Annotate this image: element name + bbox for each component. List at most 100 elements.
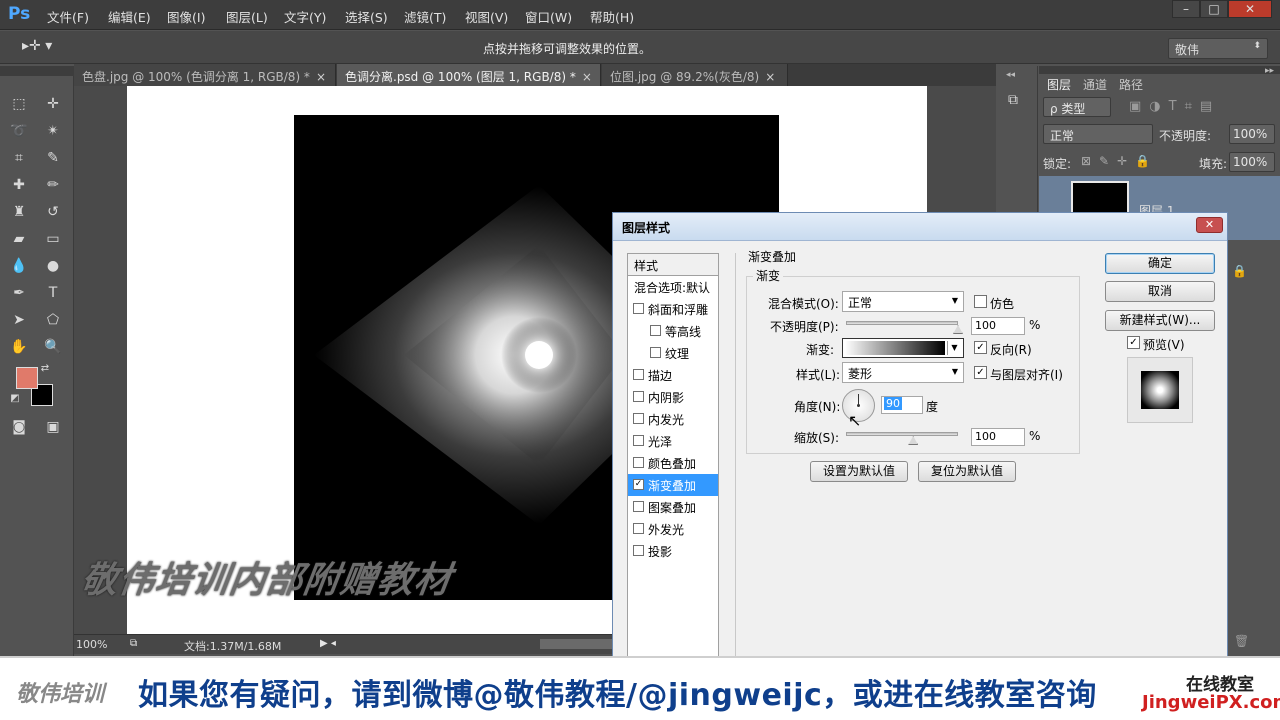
new-style-button[interactable]: 新建样式(W)... <box>1105 310 1215 331</box>
close-tab-icon[interactable]: × <box>765 70 775 84</box>
path-selection-tool-icon[interactable]: ➤ <box>8 309 30 331</box>
style-checkbox[interactable] <box>633 413 644 424</box>
opacity-slider[interactable] <box>846 321 958 325</box>
style-checkbox[interactable] <box>633 523 644 534</box>
dialog-close-button[interactable]: ✕ <box>1196 217 1223 233</box>
screen-mode-icon[interactable]: ▣ <box>42 416 64 438</box>
expand-arrow-icon[interactable]: ▸▸ <box>1265 66 1274 76</box>
style-item[interactable]: ✓ 渐变叠加 <box>628 474 718 496</box>
tab-weitu[interactable]: 位图.jpg @ 89.2%(灰色/8) × <box>602 64 788 86</box>
style-checkbox[interactable] <box>650 347 661 358</box>
move-tool-icon[interactable]: ✛ <box>42 93 64 115</box>
filter-icons[interactable]: ▣◑T⌗▤ <box>1129 99 1220 114</box>
crop-tool-icon[interactable]: ⌗ <box>8 147 30 169</box>
layer-filter-select[interactable]: ρ 类型 <box>1043 97 1111 117</box>
style-checkbox[interactable]: ✓ <box>633 479 644 490</box>
style-item[interactable]: 图案叠加 <box>628 496 718 518</box>
lasso-tool-icon[interactable]: ➰ <box>8 120 30 142</box>
gradient-tool-icon[interactable]: ▭ <box>42 228 64 250</box>
dodge-tool-icon[interactable]: ● <box>42 255 64 277</box>
export-icon[interactable]: ⧉ <box>130 638 137 649</box>
style-item[interactable]: 内发光 <box>628 408 718 430</box>
menu-view[interactable]: 视图(V) <box>465 7 508 26</box>
blend-mode-select[interactable]: 正常 <box>1043 124 1153 144</box>
style-checkbox[interactable] <box>633 369 644 380</box>
zoom-readout[interactable]: 100% <box>76 638 107 651</box>
close-window-button[interactable]: ✕ <box>1228 0 1272 18</box>
status-menu-arrow-icon[interactable]: ▶ ◂ <box>320 638 336 649</box>
style-item[interactable]: 投影 <box>628 540 718 562</box>
reset-default-button[interactable]: 复位为默认值 <box>918 461 1016 482</box>
style-item[interactable]: 纹理 <box>628 342 718 364</box>
style-checkbox[interactable] <box>650 325 661 336</box>
tab-sediaofenli[interactable]: 色调分离.psd @ 100% (图层 1, RGB/8) * × <box>337 64 601 86</box>
delete-layer-icon[interactable]: 🗑 <box>1234 634 1249 648</box>
type-tool-icon[interactable]: T <box>42 282 64 304</box>
default-colors-icon[interactable]: ◩ <box>8 392 22 406</box>
eyedropper-tool-icon[interactable]: ✎ <box>42 147 64 169</box>
minimize-button[interactable]: – <box>1172 0 1200 18</box>
menu-file[interactable]: 文件(F) <box>47 7 89 26</box>
style-item[interactable]: 混合选项:默认 <box>628 276 718 298</box>
scale-slider[interactable] <box>846 432 958 436</box>
maximize-button[interactable]: □ <box>1200 0 1228 18</box>
tab-paths[interactable]: 路径 <box>1119 76 1143 93</box>
fill-input[interactable]: 100% <box>1229 152 1275 172</box>
reverse-checkbox[interactable]: ✓ <box>974 341 987 354</box>
tab-layers[interactable]: 图层 <box>1047 76 1071 93</box>
style-checkbox[interactable] <box>633 457 644 468</box>
collapse-arrow-icon[interactable]: ◂◂ <box>1006 70 1015 80</box>
tab-secai[interactable]: 色盘.jpg @ 100% (色调分离 1, RGB/8) * × <box>74 64 336 86</box>
menu-window[interactable]: 窗口(W) <box>525 7 572 26</box>
menu-filter[interactable]: 滤镜(T) <box>404 7 446 26</box>
hand-tool-icon[interactable]: ✋ <box>8 336 30 358</box>
pen-tool-icon[interactable]: ✒ <box>8 282 30 304</box>
style-item[interactable]: 斜面和浮雕 <box>628 298 718 320</box>
angle-input[interactable]: 90 <box>881 396 923 414</box>
horizontal-scrollbar[interactable] <box>540 639 620 649</box>
quick-mask-icon[interactable]: ◙ <box>8 416 30 438</box>
gradient-picker[interactable]: ▼ <box>842 338 964 358</box>
move-tool-icon[interactable]: ▸✛ ▾ <box>22 38 52 54</box>
marquee-tool-icon[interactable]: ⬚ <box>8 93 30 115</box>
tab-channels[interactable]: 通道 <box>1083 76 1107 93</box>
close-tab-icon[interactable]: × <box>582 70 592 84</box>
opacity-input[interactable]: 100% <box>1229 124 1275 144</box>
dither-checkbox[interactable] <box>974 295 987 308</box>
menu-select[interactable]: 选择(S) <box>345 7 388 26</box>
preview-checkbox[interactable]: ✓ <box>1127 336 1140 349</box>
shape-tool-icon[interactable]: ⬠ <box>42 309 64 331</box>
menu-edit[interactable]: 编辑(E) <box>108 7 151 26</box>
history-brush-tool-icon[interactable]: ↺ <box>42 201 64 223</box>
style-item[interactable]: 外发光 <box>628 518 718 540</box>
blur-tool-icon[interactable]: 💧 <box>8 255 30 277</box>
ok-button[interactable]: 确定 <box>1105 253 1215 274</box>
style-checkbox[interactable] <box>633 545 644 556</box>
workspace-select[interactable]: 敬伟 ⬍ <box>1168 38 1268 59</box>
lock-icons[interactable]: ⊠✎✛🔒 <box>1081 154 1158 168</box>
dropdown-arrow-icon[interactable]: ▼ <box>947 341 961 355</box>
opacity-input[interactable]: 100 <box>971 317 1025 335</box>
foreground-color-swatch[interactable] <box>16 367 38 389</box>
menu-image[interactable]: 图像(I) <box>167 7 205 26</box>
toolbox-header[interactable] <box>0 66 74 76</box>
style-item[interactable]: 颜色叠加 <box>628 452 718 474</box>
styles-header[interactable]: 样式 <box>628 254 718 276</box>
healing-brush-tool-icon[interactable]: ✚ <box>8 174 30 196</box>
align-with-layer-checkbox[interactable]: ✓ <box>974 366 987 379</box>
blend-mode-dropdown[interactable]: 正常 <box>842 291 964 312</box>
swap-colors-icon[interactable]: ⇄ <box>38 362 52 376</box>
zoom-tool-icon[interactable]: 🔍 <box>42 336 64 358</box>
magic-wand-tool-icon[interactable]: ✴ <box>42 120 64 142</box>
cancel-button[interactable]: 取消 <box>1105 281 1215 302</box>
eraser-tool-icon[interactable]: ▰ <box>8 228 30 250</box>
menu-layer[interactable]: 图层(L) <box>226 7 268 26</box>
brush-tool-icon[interactable]: ✏ <box>42 174 64 196</box>
clone-stamp-tool-icon[interactable]: ♜ <box>8 201 30 223</box>
close-tab-icon[interactable]: × <box>316 70 326 84</box>
style-checkbox[interactable] <box>633 303 644 314</box>
style-checkbox[interactable] <box>633 435 644 446</box>
style-item[interactable]: 描边 <box>628 364 718 386</box>
dialog-titlebar[interactable]: 图层样式 ✕ <box>613 213 1227 241</box>
style-checkbox[interactable] <box>633 501 644 512</box>
